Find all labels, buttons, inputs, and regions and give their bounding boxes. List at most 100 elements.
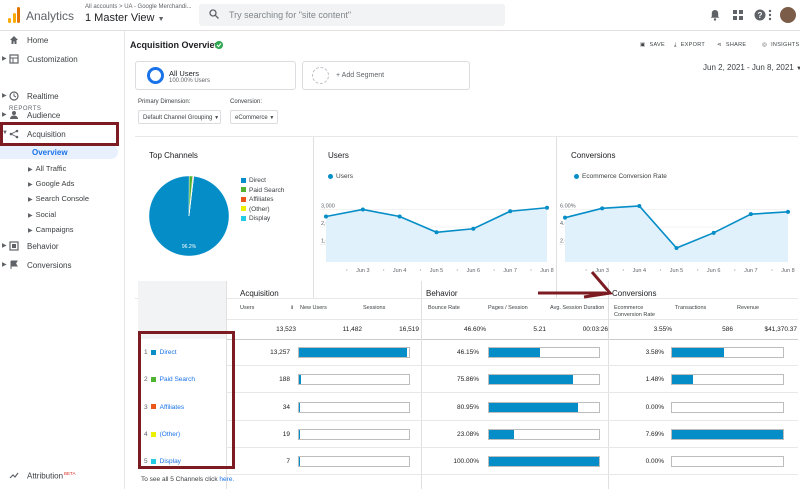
sidebar-item-conversions[interactable]: ▶ Conversions [0, 257, 125, 273]
data-point[interactable] [508, 209, 513, 214]
data-point[interactable] [471, 226, 476, 231]
sidebar-item-social[interactable]: ▶ Social [28, 210, 56, 219]
sidebar-item-attribution[interactable]: AttributionBETA [0, 467, 125, 483]
sort-descending-icon[interactable]: ⬇ [290, 305, 294, 311]
table-row[interactable]: 2 Paid Search 188 75.86% 1.48% [138, 366, 798, 394]
sidebar-item-overview[interactable]: Overview [32, 148, 68, 157]
analytics-logo-icon[interactable] [8, 7, 20, 23]
column-header[interactable]: Transactions [675, 305, 730, 312]
x-axis-dot [530, 269, 532, 271]
primary-dimension-label: Primary Dimension: [138, 99, 191, 105]
sidebar-item-search-console[interactable]: ▶ Search Console [28, 194, 89, 203]
data-point[interactable] [434, 230, 439, 235]
bounce-rate-value: 100.00% [453, 458, 479, 466]
sidebar-item-behavior[interactable]: ▶ Behavior [0, 238, 125, 254]
chevron-right-icon: ▶ [2, 243, 7, 249]
total-value: 5.21 [533, 326, 546, 333]
table-row[interactable]: 3 Affiliates 34 80.95% 0.00% [138, 394, 798, 421]
conversion-select[interactable]: eCommerce ▼ [230, 110, 278, 124]
help-icon[interactable]: ? [754, 9, 766, 21]
sidebar-item-realtime[interactable]: ▶ Realtime [0, 88, 125, 104]
column-header[interactable]: Pages / Session [488, 305, 543, 312]
data-point[interactable] [360, 207, 365, 212]
conversion-rate-bar [671, 401, 784, 413]
bell-icon[interactable] [709, 9, 721, 21]
total-value: 16,519 [399, 326, 419, 333]
data-point[interactable] [674, 246, 679, 250]
column-header[interactable]: New Users [300, 305, 355, 312]
data-point[interactable] [748, 212, 753, 217]
sidebar-item-label: Home [27, 36, 49, 45]
card-title: Top Channels [149, 151, 198, 160]
pie-legend-item: Direct [241, 177, 266, 184]
users-value: 34 [282, 403, 290, 411]
share-button[interactable]: ⋖ SHARE [717, 42, 746, 48]
avatar[interactable] [780, 7, 796, 23]
column-header[interactable]: Revenue [737, 305, 792, 312]
data-point[interactable] [397, 214, 402, 219]
see-all-channels-link[interactable]: here. [219, 476, 234, 483]
annotation-highlight-channels [138, 331, 235, 469]
sidebar-item-customization[interactable]: ▶ Customization [0, 51, 125, 67]
date-range-picker[interactable]: Jun 2, 2021 - Jun 8, 2021 ▼ [703, 63, 800, 72]
sidebar-item-google-ads[interactable]: ▶ Google Ads [28, 179, 74, 188]
series-area [326, 207, 547, 262]
x-tick-label: Jun 5 [430, 268, 443, 274]
table-row[interactable]: 4 (Other) 19 23.08% 7.69% [138, 421, 798, 448]
more-vert-icon[interactable] [767, 9, 773, 21]
sidebar-item-label: Realtime [27, 92, 59, 101]
data-point[interactable] [545, 205, 549, 210]
sidebar-item-campaigns[interactable]: ▶ Campaigns [28, 225, 74, 234]
users-bar [298, 456, 410, 468]
column-header[interactable]: Ecommerce Conversion Rate [614, 305, 672, 319]
save-button[interactable]: ▣ SAVE [640, 42, 665, 48]
view-selector[interactable]: 1 Master View ▼ [85, 12, 165, 24]
segment-all-users[interactable]: All Users 100.00% Users [135, 61, 296, 90]
sidebar-item-label: Social [35, 210, 57, 219]
data-point[interactable] [324, 214, 328, 219]
primary-dimension-select[interactable]: Default Channel Grouping ▼ [138, 110, 221, 124]
export-button[interactable]: ⤓ EXPORT [674, 42, 705, 49]
sidebar-item-label: All Traffic [35, 164, 67, 173]
table-row[interactable]: 5 Display 7 100.00% 0.00% [138, 448, 798, 476]
data-point[interactable] [563, 215, 567, 220]
column-header[interactable]: Users [240, 305, 290, 312]
column-header[interactable]: Bounce Rate [428, 305, 483, 312]
legend-swatch [241, 206, 246, 212]
pie-legend-item: Affiliates [241, 196, 273, 203]
verified-check-icon [215, 41, 223, 49]
column-header[interactable]: Avg. Session Duration [550, 305, 605, 312]
total-value: 586 [722, 326, 733, 333]
data-point[interactable] [711, 230, 716, 235]
save-label: SAVE [649, 42, 665, 48]
column-header[interactable]: Sessions [363, 305, 413, 312]
add-segment-label: + Add Segment [336, 72, 385, 79]
data-point[interactable] [600, 206, 605, 211]
y-tick-label: 6.00% [560, 204, 576, 210]
legend-label: Direct [249, 177, 266, 184]
sidebar-item-all-traffic[interactable]: ▶ All Traffic [28, 164, 66, 173]
bounce-rate-bar-fill [489, 457, 599, 467]
total-value: 46.60% [463, 326, 486, 333]
table-row[interactable]: 1 Direct 13,257 46.15% 3.58% [138, 339, 798, 366]
row-divider [226, 474, 798, 476]
behavior-icon [9, 241, 19, 251]
account-breadcrumb[interactable]: All accounts > UA - Google Merchandi... [85, 4, 192, 10]
data-point[interactable] [786, 209, 790, 214]
users-legend: Users [328, 173, 353, 180]
legend-swatch [241, 177, 246, 183]
users-bar [298, 347, 410, 358]
sidebar-item-home[interactable]: Home [0, 32, 125, 48]
insights-button[interactable]: ◎ INSIGHTS [762, 42, 799, 48]
x-tick-label: Jun 6 [707, 268, 720, 274]
bounce-rate-bar-fill [489, 375, 573, 385]
add-segment-circle-icon [312, 67, 329, 84]
conversion-label: Conversion: [230, 99, 263, 105]
x-tick-label: Jun 3 [356, 268, 369, 274]
data-point[interactable] [637, 204, 642, 208]
add-segment-button[interactable]: + Add Segment [302, 61, 470, 90]
bounce-rate-value: 75.86% [456, 376, 479, 384]
search-input[interactable]: Try searching for "site content" [199, 4, 505, 26]
sidebar-item-audience[interactable]: ▶ Audience [0, 107, 125, 123]
apps-grid-icon[interactable] [732, 9, 744, 21]
